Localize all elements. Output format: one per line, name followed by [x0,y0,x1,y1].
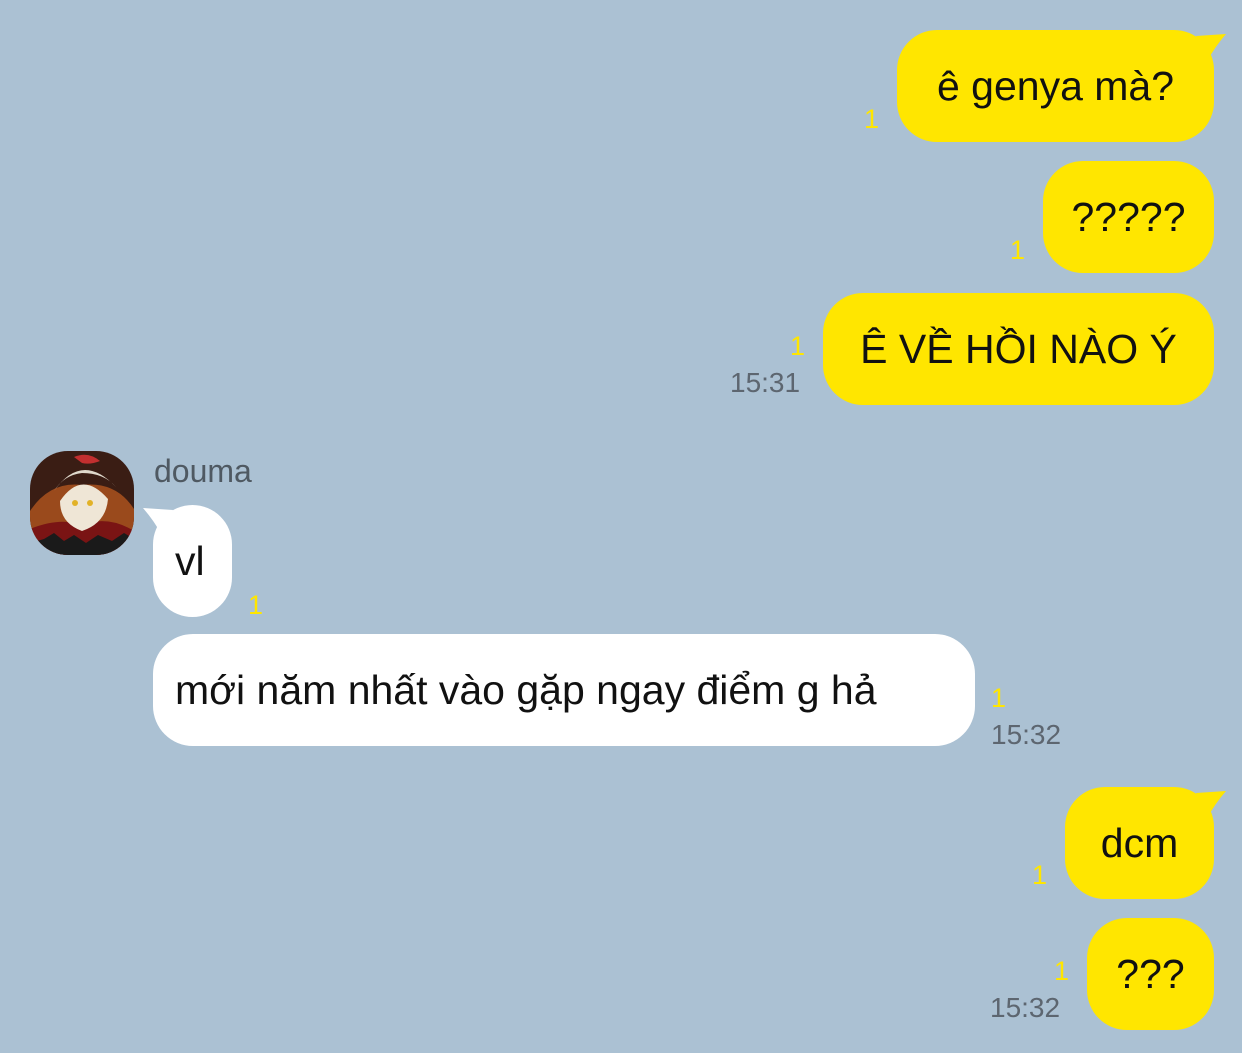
message-text: vl [175,537,205,584]
read-indicator: 1 [1010,235,1026,265]
read-indicator: 1 [790,331,806,361]
message-bubble-outgoing[interactable]: ????? [1043,161,1214,273]
message-text: ê genya mà? [936,62,1175,109]
message-text: ????? [1071,193,1186,240]
message-bubble-incoming[interactable]: mới năm nhất vào gặp ngay điểm g hả [153,634,975,746]
avatar-image [30,451,134,555]
message-timestamp: 15:31 [730,367,801,398]
bubble-tail-outgoing [1196,34,1226,60]
read-indicator: 1 [864,104,880,134]
message-bubble-outgoing[interactable]: dcm [1065,787,1214,899]
message-text: ??? [1116,950,1185,997]
message-bubble-outgoing[interactable]: ??? [1087,918,1214,1030]
message-text: mới năm nhất vào gặp ngay điểm g hả [175,666,877,713]
bubble-tail-incoming [143,508,173,534]
bubble-tail-outgoing [1196,791,1226,817]
message-text: dcm [1100,819,1179,866]
sender-avatar[interactable] [30,451,134,555]
read-indicator: 1 [991,683,1007,713]
read-indicator: 1 [1032,860,1048,890]
message-timestamp: 15:32 [991,719,1062,750]
read-indicator: 1 [1054,956,1070,986]
message-bubble-outgoing[interactable]: ê genya mà? [897,30,1214,142]
message-text: Ê VỀ HỒI NÀO Ý [860,325,1177,372]
read-indicator: 1 [248,590,264,620]
message-bubble-outgoing[interactable]: Ê VỀ HỒI NÀO Ý [823,293,1214,405]
sender-name: douma [154,453,252,489]
message-timestamp: 15:32 [990,992,1061,1023]
